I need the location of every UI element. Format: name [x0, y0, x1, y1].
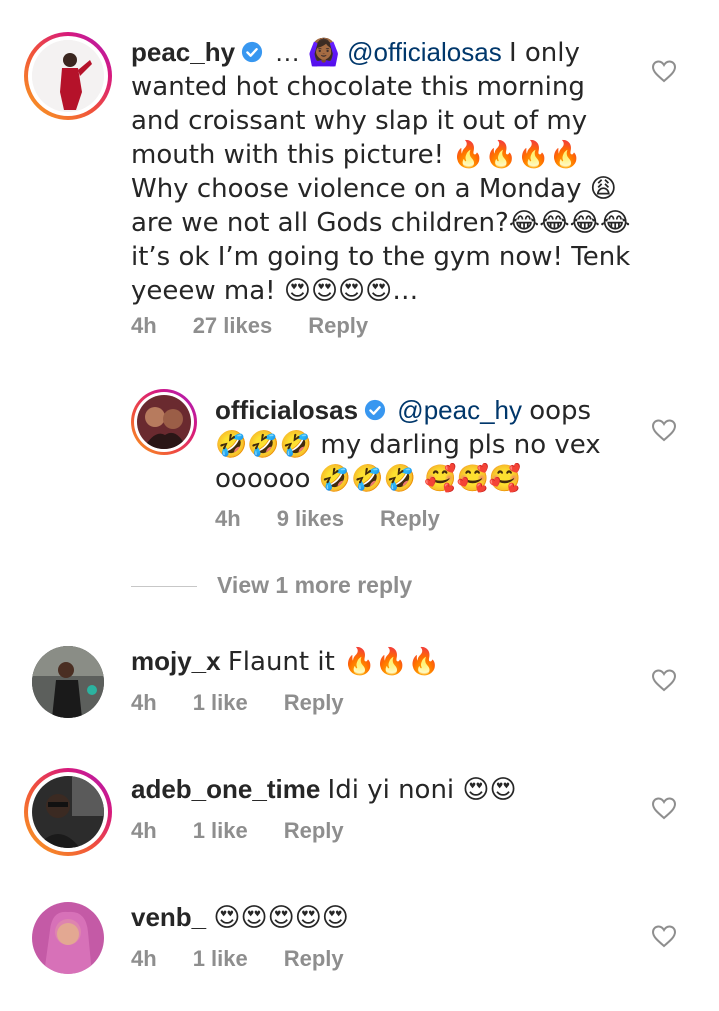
reply-button[interactable]: Reply [308, 313, 368, 339]
username[interactable]: venb_ [131, 902, 206, 932]
comment-text: mojy_x Flaunt it 🔥🔥🔥 [131, 645, 631, 679]
reply-button[interactable]: Reply [284, 946, 344, 972]
heart-outline-icon[interactable] [651, 796, 677, 820]
timestamp: 4h [215, 506, 241, 531]
likes-count[interactable]: 1 like [193, 946, 248, 972]
reply-button[interactable]: Reply [380, 506, 440, 532]
comment-body: Flaunt it 🔥🔥🔥 [227, 647, 441, 677]
comment-text: officialosas @peac_hy oops 🤣🤣🤣 my darlin… [215, 394, 625, 496]
username[interactable]: officialosas [215, 395, 358, 425]
comment-text: peac_hy … 🙆🏾‍♀️ @officialosas I only wan… [131, 36, 631, 308]
likes-count[interactable]: 1 like [193, 690, 248, 716]
likes-count[interactable]: 9 likes [277, 506, 344, 532]
timestamp: 4h [131, 690, 157, 715]
comment-meta: 4h 1 like Reply [131, 818, 380, 844]
username[interactable]: adeb_one_time [131, 774, 320, 804]
avatar[interactable] [24, 768, 112, 856]
username[interactable]: mojy_x [131, 646, 221, 676]
comment-meta: 4h 1 like Reply [131, 946, 380, 972]
view-more-replies-button[interactable]: View 1 more reply [131, 572, 412, 599]
heart-outline-icon[interactable] [651, 59, 677, 83]
comment-meta: 4h 27 likes Reply [131, 313, 404, 339]
heart-outline-icon[interactable] [651, 418, 677, 442]
comment-meta: 4h 9 likes Reply [215, 506, 476, 532]
heart-outline-icon[interactable] [651, 924, 677, 948]
comment-text: adeb_one_time Idi yi noni 😍😍 [131, 773, 631, 807]
username[interactable]: peac_hy [131, 37, 235, 67]
timestamp: 4h [131, 946, 157, 971]
reply-button[interactable]: Reply [284, 690, 344, 716]
timestamp: 4h [131, 313, 157, 338]
comment-body: Idi yi noni 😍😍 [327, 775, 517, 805]
divider [131, 586, 197, 588]
comment-text: venb_ 😍😍😍😍😍 [131, 901, 631, 935]
avatar[interactable] [32, 902, 104, 974]
avatar[interactable] [24, 32, 112, 120]
mention-link[interactable]: @peac_hy [397, 395, 522, 425]
verified-badge-icon [241, 41, 263, 63]
comment-emoji-prefix: 🙆🏾‍♀️ [307, 38, 340, 68]
likes-count[interactable]: 27 likes [193, 313, 273, 339]
comment-body: I only wanted hot chocolate this morning… [131, 38, 631, 306]
comment-meta: 4h 1 like Reply [131, 690, 380, 716]
likes-count[interactable]: 1 like [193, 818, 248, 844]
view-more-label: View 1 more reply [217, 572, 413, 598]
avatar[interactable] [32, 646, 104, 718]
timestamp: 4h [131, 818, 157, 843]
heart-outline-icon[interactable] [651, 668, 677, 692]
verified-badge-icon [364, 399, 386, 421]
comment-ellipsis: … [274, 37, 301, 67]
avatar[interactable] [131, 389, 197, 455]
mention-link[interactable]: @officialosas [347, 37, 502, 67]
comment-body: 😍😍😍😍😍 [213, 903, 349, 933]
reply-button[interactable]: Reply [284, 818, 344, 844]
